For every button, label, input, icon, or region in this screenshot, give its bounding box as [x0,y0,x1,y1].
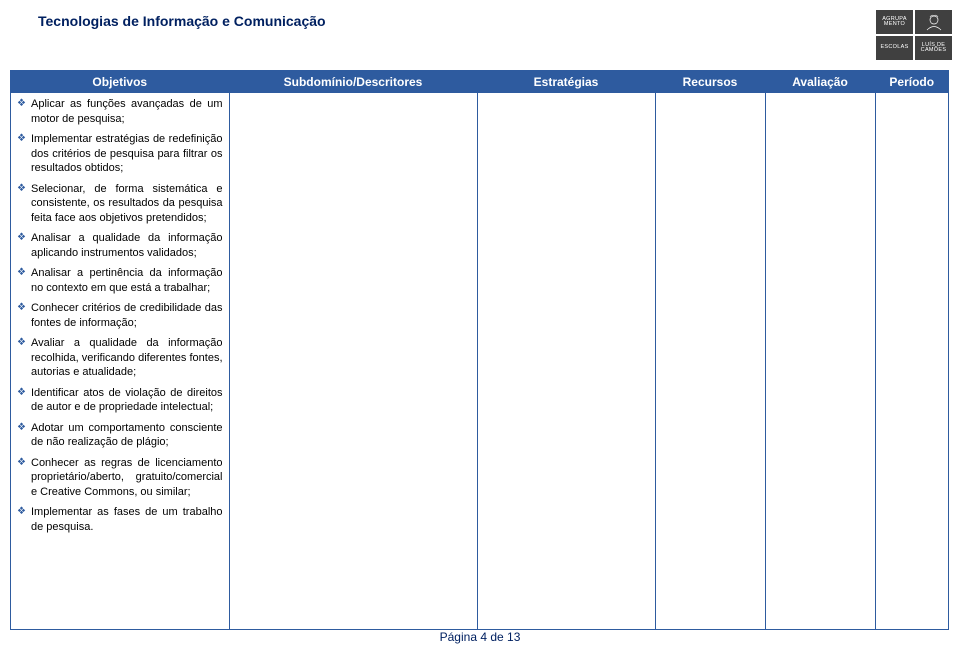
list-item: Avaliar a qualidade da informação recolh… [17,336,223,386]
col-objectives: Objetivos [11,71,229,93]
cell-evaluation [765,93,875,629]
logo-text: CAMÕES [921,48,947,54]
col-period: Período [875,71,948,93]
list-item: Analisar a qualidade da informação aplic… [17,231,223,266]
list-item: Implementar estratégias de redefinição d… [17,132,223,182]
col-strategies: Estratégias [477,71,655,93]
list-item: Adotar um comportamento consciente de nã… [17,421,223,456]
list-item: Implementar as fases de um trabalho de p… [17,505,223,540]
school-logo: AGRUPA MENTO ESCOLAS LUÍS DE CAMÕES [876,10,950,64]
curriculum-table: Objetivos Subdomínio/Descritores Estraté… [10,70,949,630]
list-item: Selecionar, de forma sistemática e consi… [17,182,223,232]
document-title: Tecnologias de Informação e Comunicação [10,10,326,29]
list-item: Identificar atos de violação de direitos… [17,386,223,421]
page-footer: Página 4 de 13 [0,630,960,644]
list-item: Conhecer critérios de credibilidade das … [17,301,223,336]
logo-q3: ESCOLAS [876,36,913,60]
cell-strategies [477,93,655,629]
logo-q4: LUÍS DE CAMÕES [915,36,952,60]
list-item: Conhecer as regras de licenciamento prop… [17,456,223,506]
logo-text: MENTO [884,22,905,28]
col-subdomain: Subdomínio/Descritores [229,71,477,93]
cell-subdomain [229,93,477,629]
cell-resources [655,93,765,629]
col-evaluation: Avaliação [765,71,875,93]
list-item: Analisar a pertinência da informação no … [17,266,223,301]
list-item: Aplicar as funções avançadas de um motor… [17,97,223,132]
cell-objectives: Aplicar as funções avançadas de um motor… [11,93,229,629]
logo-face-icon [915,10,952,34]
logo-q1: AGRUPA MENTO [876,10,913,34]
logo-text: ESCOLAS [880,45,908,51]
col-resources: Recursos [655,71,765,93]
cell-period [875,93,948,629]
